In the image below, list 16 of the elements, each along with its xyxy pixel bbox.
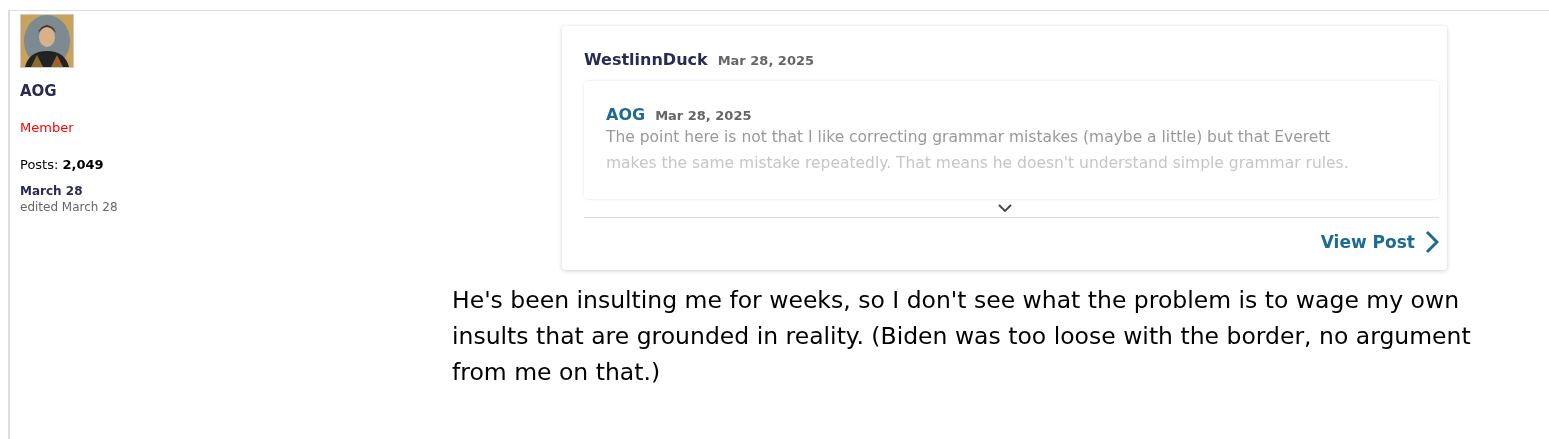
quote-text: makes the same mistake repeatedly. That means he doesn't understand simple grammar rules. — [606, 153, 1350, 174]
posts-label: Posts: — [20, 157, 59, 172]
chevron-down-icon[interactable] — [996, 203, 1013, 213]
post-date[interactable]: March 28 — [20, 184, 83, 198]
posts-count: 2,049 — [62, 157, 104, 172]
user-name[interactable]: AOG — [20, 82, 57, 100]
view-post-link[interactable]: View Post — [1320, 230, 1439, 254]
post-text: He's been insulting me for weeks, so I don't see what the problem is to wage my own insults that are grounded in reality. (Biden was too loose with the border, no argument from me on that.) — [452, 285, 1472, 388]
quote-text: The point here is not that I like correcting grammar mistakes (maybe a little) but that Everett — [606, 127, 1332, 148]
edited-date: edited March 28 — [20, 200, 118, 214]
quote-date: Mar 28, 2025 — [717, 53, 815, 68]
quote-date: Mar 28, 2025 — [655, 108, 752, 123]
quote-author[interactable]: WestlinnDuck — [584, 50, 708, 69]
user-role: Member — [20, 120, 74, 135]
quote-author[interactable]: AOG — [606, 105, 646, 124]
chevron-right-icon — [1425, 230, 1439, 254]
